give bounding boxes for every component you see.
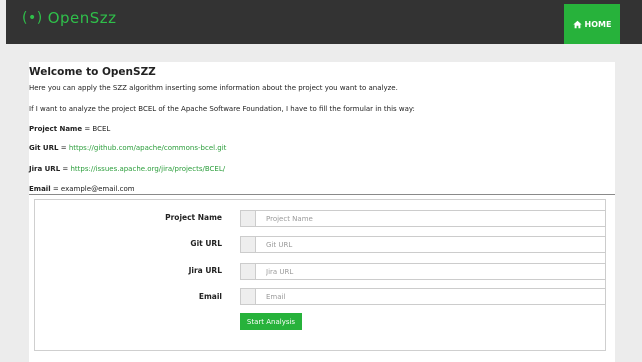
jira-url-group (240, 263, 606, 280)
example-jira-eq: = (62, 165, 69, 173)
example-project-line: Project Name = BCEL (29, 125, 110, 133)
start-analysis-button[interactable]: Start Analysis (240, 313, 302, 330)
home-label: HOME (584, 19, 612, 29)
analysis-form: Project Name Git URL Jira URL Email Star… (34, 199, 606, 351)
signal-icon: (•) (22, 10, 43, 26)
git-url-label: Git URL (190, 239, 222, 248)
example-git-line: Git URL = https://github.com/apache/comm… (29, 144, 226, 152)
intro-text: Here you can apply the SZZ algorithm ins… (29, 84, 398, 92)
example-email-line: Email = example@email.com (29, 185, 135, 193)
example-jira-link[interactable]: https://issues.apache.org/jira/projects/… (71, 165, 226, 173)
git-url-input[interactable] (255, 236, 606, 253)
example-project-label: Project Name (29, 125, 83, 133)
email-label: Email (198, 292, 222, 301)
page-title: Welcome to OpenSZZ (29, 66, 156, 78)
project-name-input[interactable] (255, 210, 606, 227)
main-panel: Welcome to OpenSZZ Here you can apply th… (29, 62, 615, 362)
home-icon (572, 20, 582, 28)
email-addon (240, 288, 255, 305)
home-button[interactable]: HOME (564, 4, 620, 44)
brand-logo[interactable]: (•) OpenSzz (22, 9, 117, 27)
email-group (240, 288, 606, 305)
example-jira-label: Jira URL (29, 165, 61, 173)
jira-url-label: Jira URL (188, 266, 222, 275)
example-project-value: = BCEL (84, 125, 111, 133)
jira-url-input[interactable] (255, 263, 606, 280)
project-name-group (240, 210, 606, 227)
example-git-link[interactable]: https://github.com/apache/commons-bcel.g… (69, 144, 227, 152)
jira-url-addon (240, 263, 255, 280)
brand-name: OpenSzz (47, 9, 117, 27)
git-url-addon (240, 236, 255, 253)
example-jira-line: Jira URL = https://issues.apache.org/jir… (29, 165, 225, 173)
example-git-eq: = (60, 144, 67, 152)
project-name-label: Project Name (165, 213, 222, 222)
example-git-label: Git URL (29, 144, 59, 152)
git-url-group (240, 236, 606, 253)
email-input[interactable] (255, 288, 606, 305)
example-email-value: = example@email.com (52, 185, 135, 193)
top-navbar: (•) OpenSzz HOME (6, 0, 642, 44)
divider (29, 194, 615, 195)
project-name-addon (240, 210, 255, 227)
example-email-label: Email (29, 185, 51, 193)
example-intro-text: If I want to analyze the project BCEL of… (29, 105, 415, 113)
